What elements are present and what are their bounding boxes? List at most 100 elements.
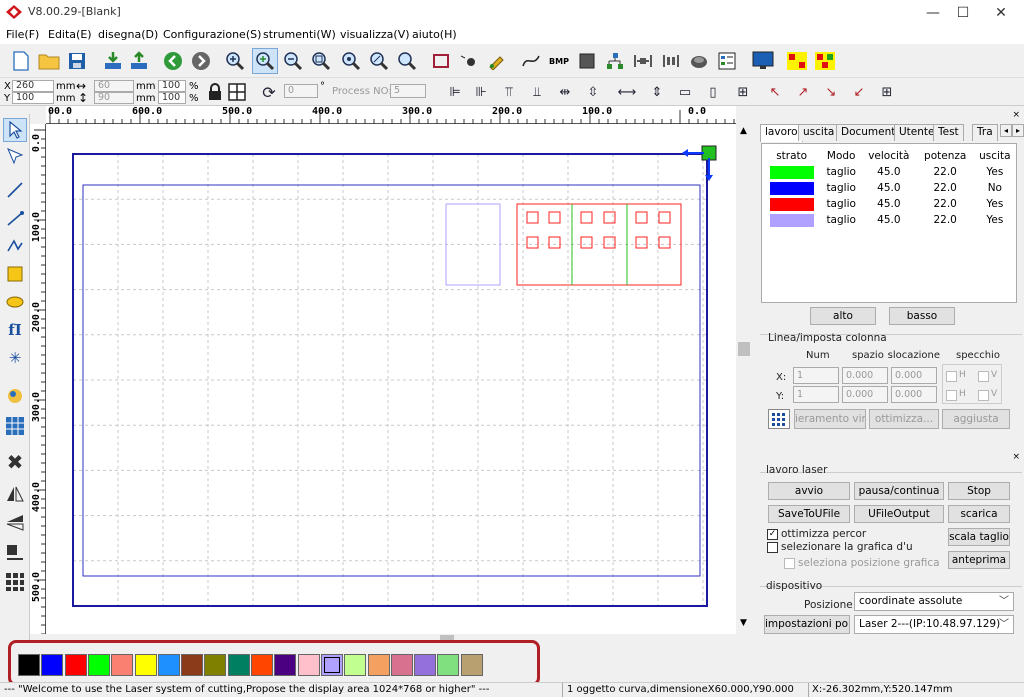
palette-swatch[interactable] xyxy=(134,654,157,676)
zoom-out-icon[interactable] xyxy=(280,48,306,74)
same-width-icon[interactable]: ⟷ xyxy=(616,81,638,103)
layer-list-icon[interactable] xyxy=(714,48,740,74)
y-position-input[interactable]: 100 xyxy=(12,92,54,104)
monitor-icon[interactable] xyxy=(750,48,776,74)
small-square[interactable] xyxy=(548,236,561,249)
select-graphic-checkbox[interactable] xyxy=(767,542,778,553)
align-center-v-icon[interactable]: ⇳ xyxy=(582,81,604,103)
palette-swatch[interactable] xyxy=(367,654,390,676)
tree-icon[interactable] xyxy=(602,48,628,74)
scale-cut-button[interactable]: scala taglio xyxy=(948,528,1010,546)
palette-swatch[interactable] xyxy=(460,654,483,676)
select-position-checkbox[interactable] xyxy=(784,558,795,569)
zoom-select-icon[interactable] xyxy=(252,48,278,74)
process-no-input[interactable]: 5 xyxy=(390,84,426,98)
tab-work[interactable]: lavoro xyxy=(760,124,803,142)
menu-tools[interactable]: strumenti(W) xyxy=(263,28,336,41)
palette-swatch[interactable] xyxy=(297,654,320,676)
zoom-all-icon[interactable] xyxy=(338,48,364,74)
width-input[interactable]: 60 xyxy=(94,80,134,92)
mirror-x-h-checkbox[interactable] xyxy=(946,371,957,382)
tab-scroll-right-icon[interactable]: ▸ xyxy=(1012,124,1024,137)
bitmap-icon[interactable]: BMP xyxy=(546,48,572,74)
stop-button[interactable]: Stop xyxy=(948,482,1010,500)
zoom-prev-icon[interactable] xyxy=(394,48,420,74)
menu-view[interactable]: visualizza(V) xyxy=(340,28,410,41)
lock-ratio-icon[interactable] xyxy=(204,81,226,103)
small-square[interactable] xyxy=(635,211,648,224)
pause-continue-button[interactable]: pausa/continua xyxy=(854,482,944,500)
palette-swatch[interactable] xyxy=(18,654,40,676)
scroll-up-icon[interactable]: ▲ xyxy=(740,126,747,136)
align-left-icon[interactable]: ⊫ xyxy=(444,81,466,103)
array-red-icon[interactable] xyxy=(784,48,810,74)
layer-up-button[interactable]: alto xyxy=(810,307,876,325)
origin-marker[interactable] xyxy=(701,145,717,161)
height-percent-input[interactable]: 100 xyxy=(158,92,186,104)
import-icon[interactable] xyxy=(100,48,126,74)
rotate-icon[interactable]: ⟳ xyxy=(258,81,280,103)
mirror-y-h-checkbox[interactable] xyxy=(946,390,957,401)
small-square[interactable] xyxy=(635,236,648,249)
mirror-x-v-checkbox[interactable] xyxy=(978,371,989,382)
array-x-num-input[interactable]: 1 xyxy=(793,367,839,384)
same-size-h-icon[interactable]: ▭ xyxy=(674,81,696,103)
small-squares[interactable] xyxy=(526,211,671,249)
save-to-ufile-button[interactable]: SaveToUFile xyxy=(768,505,850,523)
menu-settings[interactable]: Configurazione(S) xyxy=(163,28,261,41)
align-right-icon[interactable]: ⊪ xyxy=(470,81,492,103)
array-update-button[interactable]: aggiusta xyxy=(942,409,1010,429)
download-button[interactable]: scarica xyxy=(948,505,1010,523)
text-tool-icon[interactable]: fI xyxy=(3,318,27,342)
select-frame-icon[interactable] xyxy=(428,48,454,74)
array-y-num-input[interactable]: 1 xyxy=(793,386,839,403)
start-button[interactable]: avvio xyxy=(768,482,850,500)
layer-color-swatch[interactable] xyxy=(762,212,821,228)
layer-color-swatch[interactable] xyxy=(762,196,821,212)
open-folder-icon[interactable] xyxy=(36,48,62,74)
palette-swatch[interactable] xyxy=(157,654,180,676)
palette-swatch[interactable] xyxy=(390,654,413,676)
ellipse-tool-icon[interactable] xyxy=(3,290,27,314)
preview-button[interactable]: anteprima xyxy=(948,551,1010,569)
select-pointer-icon[interactable] xyxy=(3,118,27,142)
angle-input[interactable]: 0 xyxy=(284,84,318,98)
undo-icon[interactable] xyxy=(160,48,186,74)
small-square[interactable] xyxy=(658,211,671,224)
fill-rect-icon[interactable] xyxy=(574,48,600,74)
bitmap-tool-icon[interactable] xyxy=(3,384,27,408)
layer-row[interactable]: taglio 45.0 22.0 No xyxy=(762,180,1016,196)
palette-swatch[interactable] xyxy=(320,654,343,676)
node-pointer-icon[interactable] xyxy=(3,144,27,168)
align-top-icon[interactable]: ⫪ xyxy=(498,81,520,103)
virtual-array-button[interactable]: ieramento virtu xyxy=(794,409,866,429)
small-square[interactable] xyxy=(580,236,593,249)
move-bottom-left-icon[interactable]: ↙ xyxy=(848,81,870,103)
redo-icon[interactable] xyxy=(188,48,214,74)
small-square[interactable] xyxy=(658,236,671,249)
align-bottom-icon[interactable]: ⫫ xyxy=(526,81,548,103)
corner-tool-icon[interactable] xyxy=(3,540,27,564)
close-button[interactable]: ✕ xyxy=(978,0,1024,26)
x-position-input[interactable]: 260 xyxy=(12,80,54,92)
menu-draw[interactable]: disegna(D) xyxy=(98,28,158,41)
layer-color-swatch[interactable] xyxy=(762,180,821,196)
pen-icon[interactable] xyxy=(484,48,510,74)
array-optimize-button[interactable]: ottimizza... xyxy=(869,409,939,429)
palette-swatch[interactable] xyxy=(87,654,110,676)
optimize-path-checkbox[interactable]: ✓ xyxy=(767,529,778,540)
laser-device-select[interactable]: Laser 2---(IP:10.48.97.129) ﹀ xyxy=(854,615,1014,634)
palette-swatch[interactable] xyxy=(344,654,367,676)
polyline-tool-icon[interactable] xyxy=(3,206,27,230)
tab-output[interactable]: uscita xyxy=(798,124,840,141)
array-grid-icon[interactable] xyxy=(768,409,790,429)
palette-swatch[interactable] xyxy=(414,654,437,676)
tab-transfer[interactable]: Tra xyxy=(972,124,998,141)
array-green-icon[interactable] xyxy=(812,48,838,74)
rectangle-tool-icon[interactable] xyxy=(3,262,27,286)
array-tool-icon[interactable] xyxy=(3,414,27,438)
array-y-space-input[interactable]: 0.000 xyxy=(842,386,888,403)
position-select[interactable]: coordinate assolute ﹀ xyxy=(854,592,1014,611)
menu-file[interactable]: File(F) xyxy=(6,28,39,41)
center-icon[interactable]: ⊞ xyxy=(732,81,754,103)
